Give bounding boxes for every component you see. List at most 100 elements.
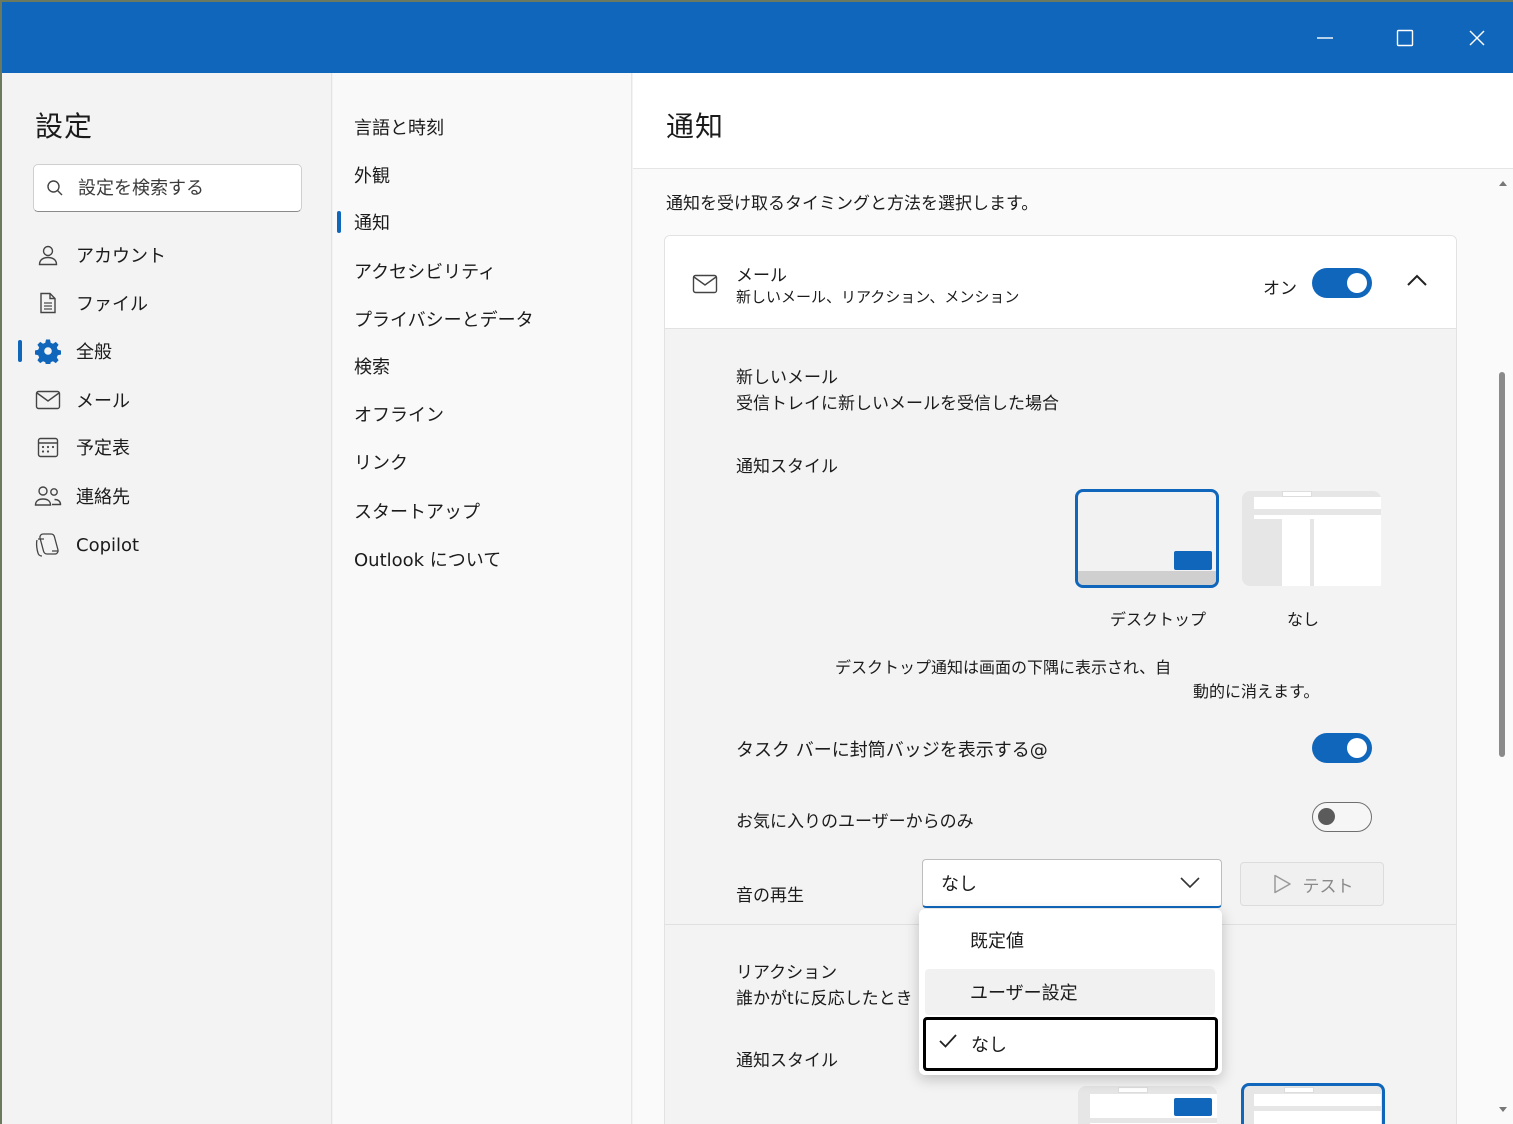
sound-option-default[interactable]: 既定値	[925, 917, 1215, 963]
maximize-button[interactable]	[1369, 2, 1441, 73]
subnav-item-links[interactable]: リンク	[333, 442, 623, 482]
minimize-button[interactable]	[1289, 2, 1361, 73]
sound-dropdown-menu: 既定値 ユーザー設定 なし	[919, 909, 1222, 1075]
sound-option-label: なし	[971, 1035, 1007, 1056]
test-sound-label: テスト	[1302, 876, 1354, 897]
subnav-item-notifications[interactable]: 通知	[333, 202, 623, 242]
play-sound-label: 音の再生	[736, 886, 804, 906]
settings-nav: 設定 アカウント ファイル 全般	[2, 73, 332, 1124]
settings-window: 設定 アカウント ファイル 全般	[2, 2, 1513, 1124]
selection-indicator	[18, 340, 22, 362]
calendar-icon	[34, 433, 62, 461]
nav-item-files[interactable]: ファイル	[18, 283, 318, 323]
chevron-down-icon	[1180, 877, 1200, 889]
style-option-desktop-label: デスクトップ	[1110, 610, 1207, 629]
nav-item-copilot[interactable]: Copilot	[18, 525, 318, 565]
checkmark-icon	[939, 1034, 957, 1048]
copilot-icon	[34, 531, 62, 559]
new-mail-subtitle: 受信トレイに新しいメールを受信した場合	[736, 394, 1059, 414]
mail-card-title: メール	[736, 266, 787, 286]
nav-item-label: 予定表	[76, 438, 130, 459]
style-option-none-label: なし	[1287, 610, 1320, 629]
subnav-item-language-time[interactable]: 言語と時刻	[333, 107, 623, 147]
reactions-title: リアクション	[736, 963, 838, 983]
person-icon	[34, 241, 62, 269]
file-icon	[34, 289, 62, 317]
new-mail-title: 新しいメール	[736, 368, 838, 388]
taskbar-preview	[1078, 571, 1216, 585]
subnav-item-accessibility[interactable]: アクセシビリティ	[333, 251, 623, 291]
subnav-item-privacy[interactable]: プライバシーとデータ	[333, 299, 623, 339]
page-title: 通知	[666, 110, 725, 143]
nav-item-account[interactable]: アカウント	[18, 235, 318, 275]
favorites-only-toggle[interactable]	[1312, 802, 1372, 832]
mail-notifications-toggle[interactable]	[1312, 268, 1372, 298]
favorites-only-label: お気に入りのユーザーからのみ	[736, 812, 974, 832]
title-bar	[2, 2, 1513, 73]
nav-item-label: ファイル	[76, 294, 148, 315]
taskbar-badge-toggle[interactable]	[1312, 733, 1372, 763]
reactions-style-option-desktop[interactable]	[1078, 1086, 1217, 1124]
window-preview-tab	[1284, 1087, 1314, 1093]
play-icon	[1273, 874, 1291, 894]
nav-item-mail[interactable]: メール	[18, 380, 318, 420]
style-option-none[interactable]	[1242, 491, 1381, 586]
scroll-up-arrow-icon[interactable]	[1498, 179, 1508, 187]
mail-card-subtitle: 新しいメール、リアクション、メンション	[736, 288, 1020, 306]
sound-option-none[interactable]: なし	[923, 1017, 1218, 1071]
subnav-item-offline[interactable]: オフライン	[333, 394, 623, 434]
subnav-item-search[interactable]: 検索	[333, 346, 623, 386]
sound-dropdown[interactable]: なし	[922, 859, 1222, 908]
notification-style-label: 通知スタイル	[736, 457, 838, 477]
scroll-down-arrow-icon[interactable]	[1498, 1106, 1508, 1114]
window-preview-toolbar	[1090, 1118, 1217, 1123]
maximize-icon	[1396, 29, 1414, 46]
subnav-item-appearance[interactable]: 外観	[333, 155, 623, 195]
nav-item-label: アカウント	[76, 246, 166, 267]
search-input[interactable]	[78, 177, 278, 199]
style-option-desktop[interactable]	[1075, 489, 1219, 588]
test-sound-button[interactable]: テスト	[1240, 862, 1384, 906]
search-icon	[47, 180, 63, 196]
close-icon	[1469, 30, 1485, 45]
close-button[interactable]	[1441, 2, 1513, 73]
window-preview-tab	[1282, 491, 1312, 497]
nav-item-label: 連絡先	[76, 487, 130, 508]
window-preview-divider	[1310, 519, 1314, 586]
settings-title: 設定	[35, 110, 94, 143]
nav-item-label: メール	[76, 391, 130, 412]
scroll-thumb[interactable]	[1499, 372, 1505, 757]
subnav-item-startup[interactable]: スタートアップ	[333, 491, 623, 531]
reactions-subtitle: 誰かがtに反応したとき	[736, 989, 913, 1009]
mail-card-header[interactable]: メール 新しいメール、リアクション、メンション オン	[665, 236, 1456, 329]
gear-icon	[34, 337, 62, 365]
sound-dropdown-value: なし	[941, 874, 977, 895]
taskbar-badge-label: タスク バーに封筒バッジを表示する@	[736, 740, 1048, 761]
settings-search-box[interactable]	[33, 164, 302, 212]
mail-icon	[34, 386, 62, 414]
selection-indicator	[337, 211, 341, 233]
contacts-icon	[34, 482, 62, 510]
window-preview-sidebar	[1254, 519, 1282, 586]
page-description: 通知を受け取るタイミングと方法を選択します。	[666, 194, 1039, 214]
subnav-item-about[interactable]: Outlook について	[333, 539, 623, 579]
window-preview-tab	[1118, 1087, 1148, 1093]
nav-item-calendar[interactable]: 予定表	[18, 427, 318, 467]
nav-item-label: Copilot	[76, 534, 140, 556]
subnav-item-label: 通知	[354, 213, 390, 234]
reactions-style-label: 通知スタイル	[736, 1051, 838, 1071]
pane-header: 通知	[633, 73, 1513, 169]
reactions-style-option-none[interactable]	[1241, 1083, 1385, 1124]
sound-option-custom[interactable]: ユーザー設定	[925, 969, 1215, 1015]
chevron-up-icon[interactable]	[1405, 272, 1429, 288]
style-help-line-2: 動的に消えます。	[1193, 682, 1320, 701]
general-subnav: 言語と時刻 外観 通知 アクセシビリティ プライバシーとデータ 検索 オフライン…	[333, 73, 632, 1124]
mail-toggle-state-label: オン	[1263, 279, 1297, 299]
pane-scrollbar[interactable]	[1493, 169, 1513, 1124]
nav-item-contacts[interactable]: 連絡先	[18, 476, 318, 516]
window-preview-toolbar	[1254, 509, 1381, 515]
mail-icon	[692, 274, 718, 294]
nav-item-label: 全般	[76, 342, 112, 363]
minimize-icon	[1317, 36, 1333, 39]
nav-item-general[interactable]: 全般	[18, 331, 318, 371]
